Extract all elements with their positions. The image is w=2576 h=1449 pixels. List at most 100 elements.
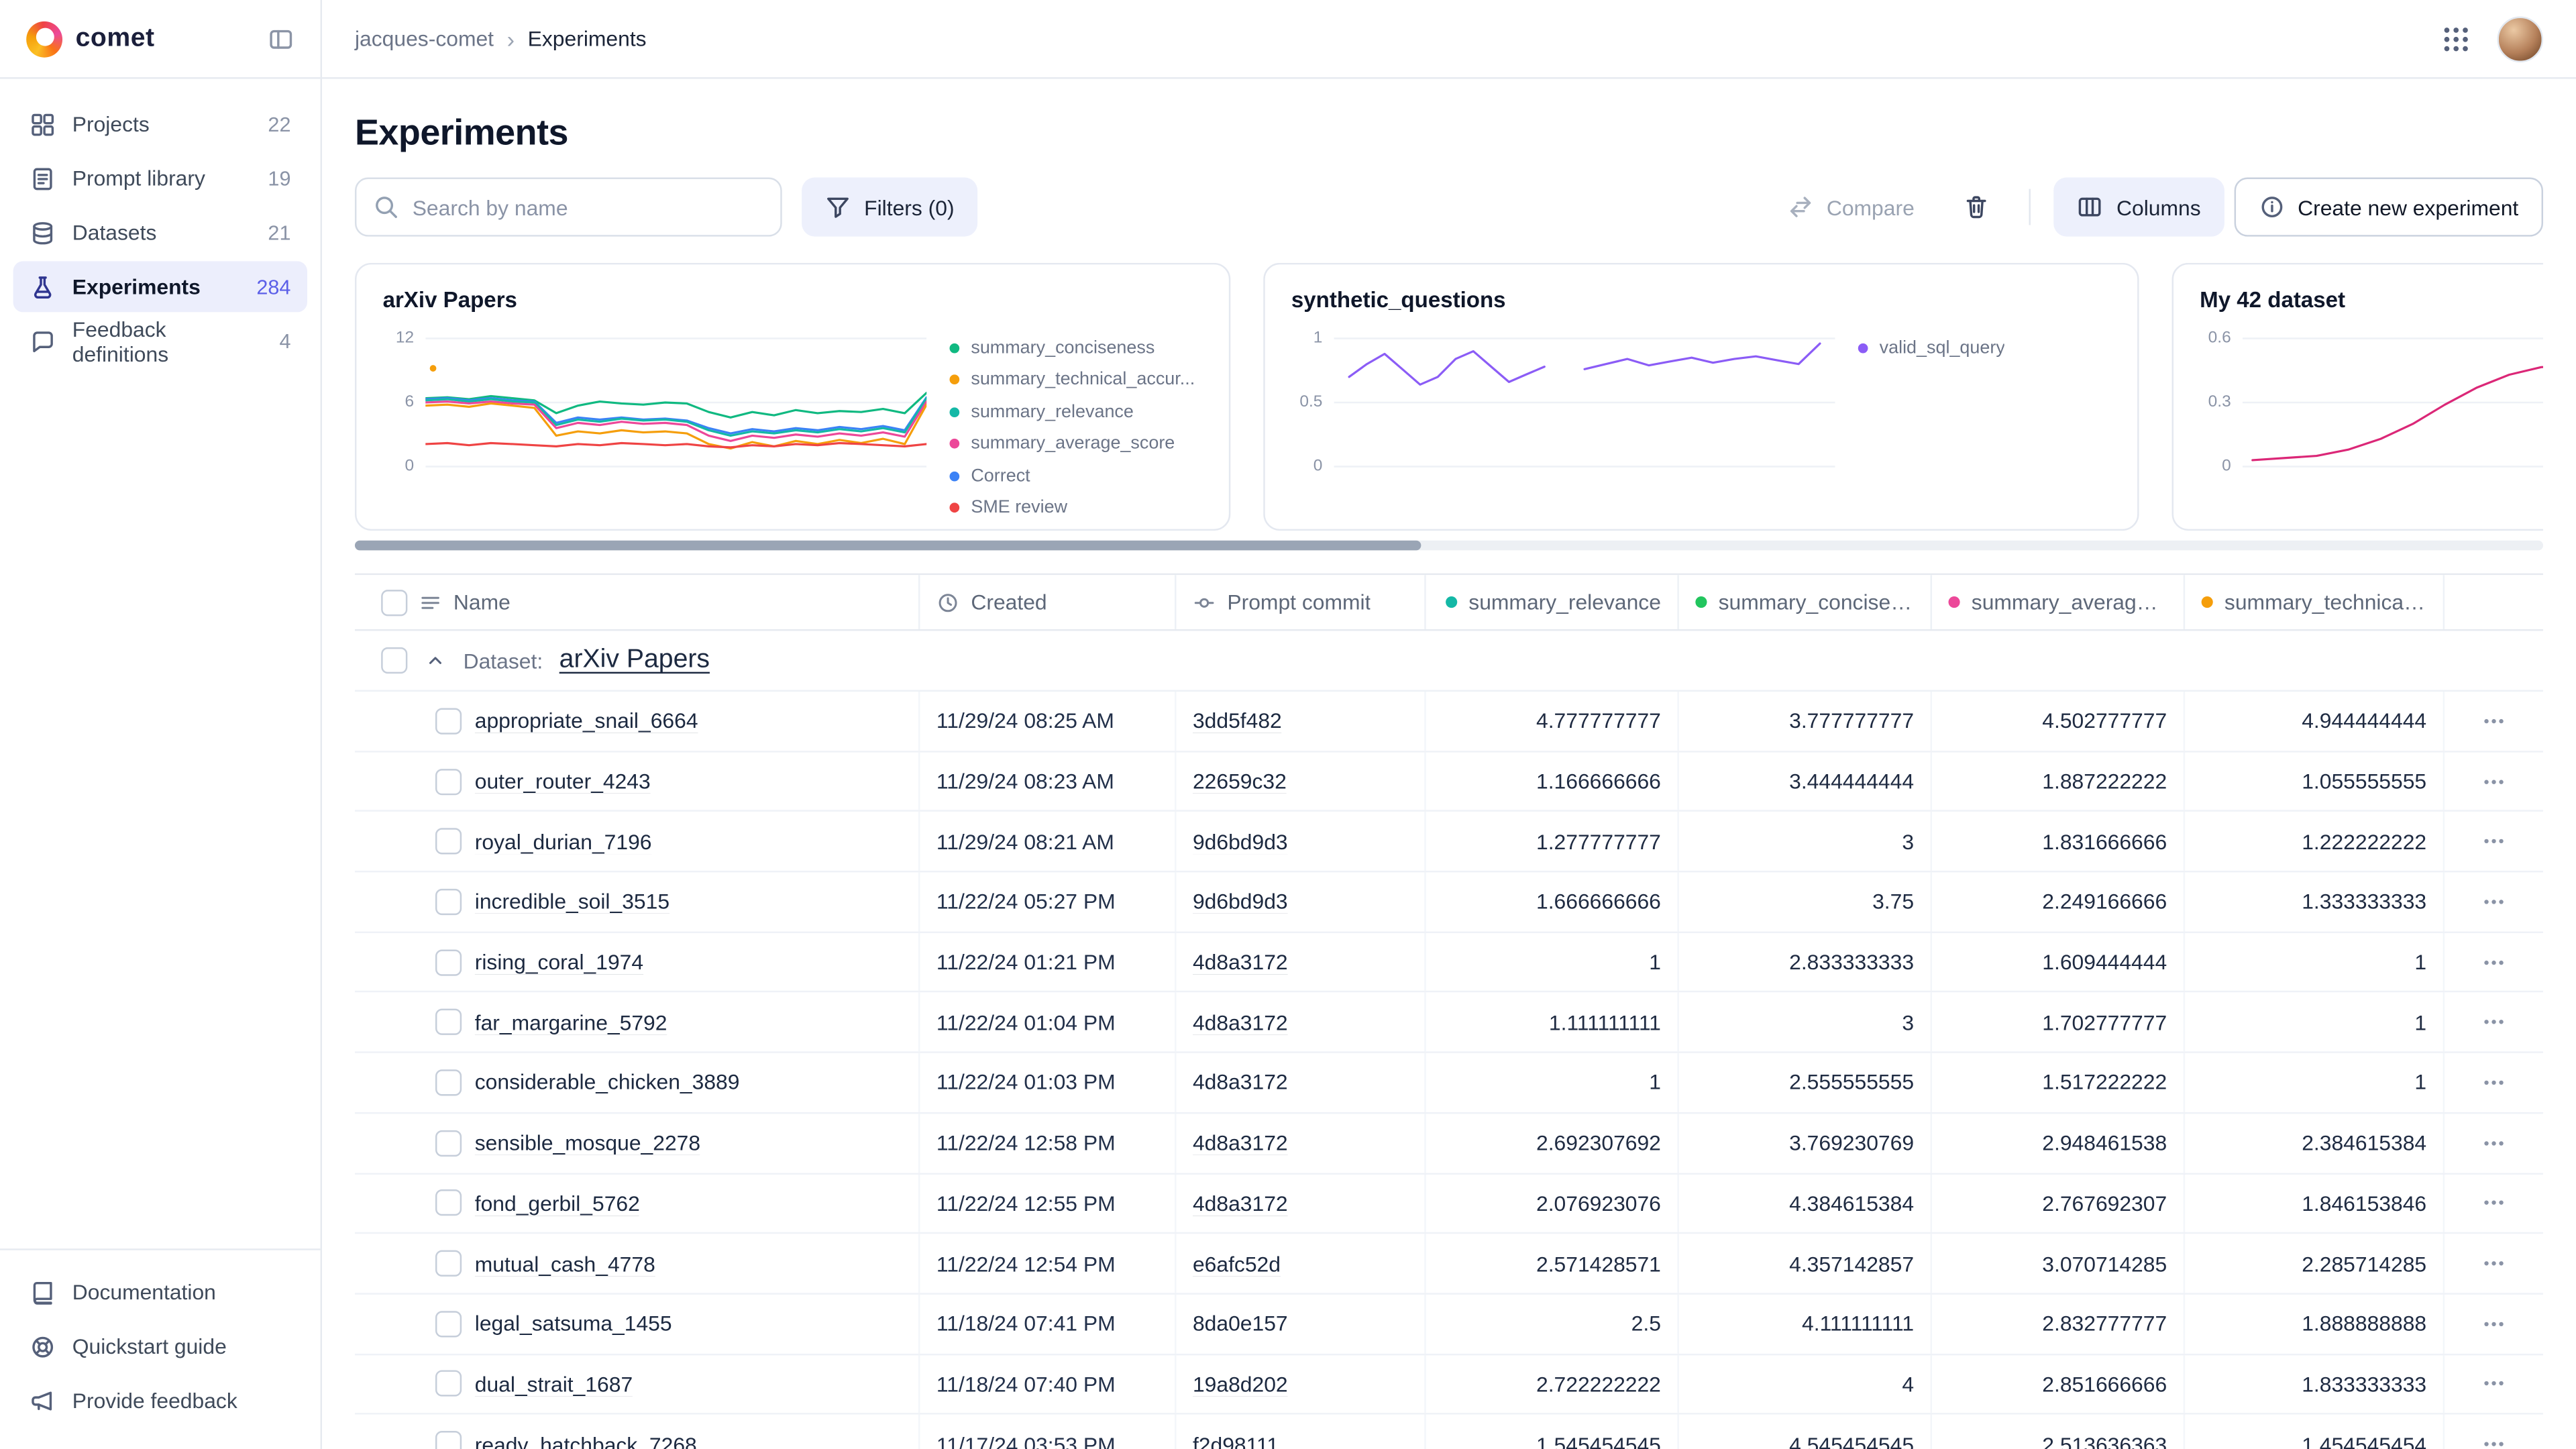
prompt-commit-link[interactable]: 9d6bd9d3 <box>1193 829 1288 854</box>
sidebar-item-documentation[interactable]: Documentation <box>13 1267 307 1318</box>
column-header-metric[interactable]: summary_technical_... <box>2185 575 2445 629</box>
prompt-commit-link[interactable]: 8da0e157 <box>1193 1311 1288 1336</box>
compare-button[interactable]: Compare <box>1764 177 1937 236</box>
experiment-name-link[interactable]: sensible_mosque_2278 <box>475 1130 700 1155</box>
column-header-prompt-commit[interactable]: Prompt commit <box>1176 575 1426 629</box>
row-checkbox[interactable] <box>435 768 462 794</box>
row-actions-button[interactable] <box>2481 949 2507 975</box>
row-actions-button[interactable] <box>2481 1250 2507 1277</box>
row-actions-button[interactable] <box>2481 1130 2507 1156</box>
legend-item[interactable]: valid_sql_query <box>1858 332 2114 364</box>
experiment-name-link[interactable]: rising_coral_1974 <box>475 950 643 975</box>
sidebar-collapse-button[interactable] <box>268 25 294 52</box>
prompt-commit-link[interactable]: f2d98111 <box>1193 1432 1279 1449</box>
sidebar-item-experiments[interactable]: Experiments284 <box>13 261 307 312</box>
prompt-commit-link[interactable]: 22659c32 <box>1193 769 1287 794</box>
row-checkbox[interactable] <box>435 1130 462 1156</box>
sidebar-item-count: 22 <box>268 113 290 136</box>
legend-item[interactable]: summary_average_score <box>950 428 1206 460</box>
experiment-name-link[interactable]: considerable_chicken_3889 <box>475 1070 740 1095</box>
sidebar-item-quickstart-guide[interactable]: Quickstart guide <box>13 1321 307 1372</box>
column-header-metric[interactable]: summary_relevance <box>1426 575 1679 629</box>
chevron-up-icon[interactable] <box>424 649 447 672</box>
legend-item[interactable]: SME review <box>950 492 1206 524</box>
row-checkbox[interactable] <box>435 1250 462 1277</box>
metric-dot-icon <box>1446 596 1457 608</box>
experiment-name-link[interactable]: far_margarine_5792 <box>475 1010 667 1035</box>
row-checkbox[interactable] <box>435 828 462 855</box>
row-actions-button[interactable] <box>2481 1311 2507 1337</box>
breadcrumb-project[interactable]: jacques-comet <box>355 26 494 51</box>
row-checkbox[interactable] <box>435 949 462 975</box>
search-box[interactable] <box>355 177 782 236</box>
row-checkbox[interactable] <box>435 708 462 734</box>
legend-item[interactable]: summary_relevance <box>950 396 1206 428</box>
legend-item[interactable]: summary_technical_accur... <box>950 364 1206 396</box>
row-actions-button[interactable] <box>2481 708 2507 734</box>
experiment-name-link[interactable]: ready_hatchback_7268 <box>475 1432 697 1449</box>
chart-card-arxiv-papers: arXiv Papers1260summary_concisenesssumma… <box>355 263 1230 531</box>
experiment-name-link[interactable]: outer_router_4243 <box>475 769 651 794</box>
experiment-name-link[interactable]: royal_durian_7196 <box>475 829 652 854</box>
metric-cell: 4.502777777 <box>1932 692 2185 750</box>
row-checkbox[interactable] <box>435 1190 462 1216</box>
legend-label: summary_average_score <box>971 434 1175 453</box>
prompt-commit-link[interactable]: 4d8a3172 <box>1193 1070 1288 1095</box>
experiment-name-link[interactable]: appropriate_snail_6664 <box>475 708 698 733</box>
create-experiment-button[interactable]: Create new experiment <box>2234 177 2543 236</box>
filters-button[interactable]: Filters (0) <box>802 177 977 236</box>
row-checkbox[interactable] <box>435 1069 462 1095</box>
sidebar-item-feedback-definitions[interactable]: Feedback definitions4 <box>13 315 307 366</box>
column-header-name[interactable]: Name <box>355 575 920 629</box>
metric-cell: 3.769230769 <box>1679 1114 1932 1172</box>
columns-button[interactable]: Columns <box>2054 177 2224 236</box>
delete-button[interactable] <box>1947 177 2006 236</box>
prompt-commit-link[interactable]: 4d8a3172 <box>1193 950 1288 975</box>
prompt-commit-link[interactable]: e6afc52d <box>1193 1251 1281 1276</box>
row-actions-button[interactable] <box>2481 1069 2507 1095</box>
row-actions-button[interactable] <box>2481 828 2507 855</box>
search-input[interactable] <box>413 195 764 219</box>
select-all-checkbox[interactable] <box>381 589 407 615</box>
sidebar-item-projects[interactable]: Projects22 <box>13 99 307 150</box>
row-actions-button[interactable] <box>2481 889 2507 915</box>
legend-item[interactable]: Correct <box>950 460 1206 492</box>
prompt-commit-link[interactable]: 19a8d202 <box>1193 1372 1288 1397</box>
row-checkbox[interactable] <box>435 1371 462 1397</box>
sidebar-item-datasets[interactable]: Datasets21 <box>13 207 307 258</box>
prompt-commit-link[interactable]: 3dd5f482 <box>1193 708 1282 733</box>
user-avatar[interactable] <box>2497 15 2543 62</box>
dataset-link[interactable]: arXiv Papers <box>559 645 710 675</box>
prompt-commit-link[interactable]: 4d8a3172 <box>1193 1191 1288 1216</box>
column-header-metric[interactable]: summary_concisen... <box>1679 575 1932 629</box>
experiment-name-link[interactable]: incredible_soil_3515 <box>475 890 669 914</box>
legend-item[interactable]: summary_conciseness <box>950 332 1206 364</box>
experiment-name-link[interactable]: legal_satsuma_1455 <box>475 1311 672 1336</box>
row-checkbox[interactable] <box>435 1431 462 1449</box>
row-actions-button[interactable] <box>2481 1431 2507 1449</box>
experiment-name-link[interactable]: fond_gerbil_5762 <box>475 1191 640 1216</box>
row-checkbox[interactable] <box>435 1311 462 1337</box>
group-checkbox[interactable] <box>381 647 407 674</box>
horizontal-scrollbar[interactable] <box>355 541 2543 551</box>
row-actions-button[interactable] <box>2481 1009 2507 1035</box>
prompt-commit-link[interactable]: 4d8a3172 <box>1193 1130 1288 1155</box>
sidebar-item-prompt-library[interactable]: Prompt library19 <box>13 153 307 204</box>
prompt-commit-link[interactable]: 9d6bd9d3 <box>1193 890 1288 914</box>
experiment-name-link[interactable]: mutual_cash_4778 <box>475 1251 655 1276</box>
prompt-commit-link[interactable]: 4d8a3172 <box>1193 1010 1288 1035</box>
apps-grid-button[interactable] <box>2441 24 2471 54</box>
datasets-icon <box>30 219 56 246</box>
sidebar-item-provide-feedback[interactable]: Provide feedback <box>13 1375 307 1426</box>
scrollbar-thumb[interactable] <box>355 541 1421 551</box>
row-checkbox[interactable] <box>435 1009 462 1035</box>
columns-label: Columns <box>2116 195 2201 219</box>
row-actions-button[interactable] <box>2481 1371 2507 1397</box>
column-header-metric[interactable]: summary_average_s... <box>1932 575 2185 629</box>
row-checkbox[interactable] <box>435 889 462 915</box>
column-header-created[interactable]: Created <box>920 575 1176 629</box>
row-actions-button[interactable] <box>2481 1190 2507 1216</box>
experiment-name-link[interactable]: dual_strait_1687 <box>475 1372 633 1397</box>
metric-cell: 4.944444444 <box>2185 692 2445 750</box>
row-actions-button[interactable] <box>2481 768 2507 794</box>
